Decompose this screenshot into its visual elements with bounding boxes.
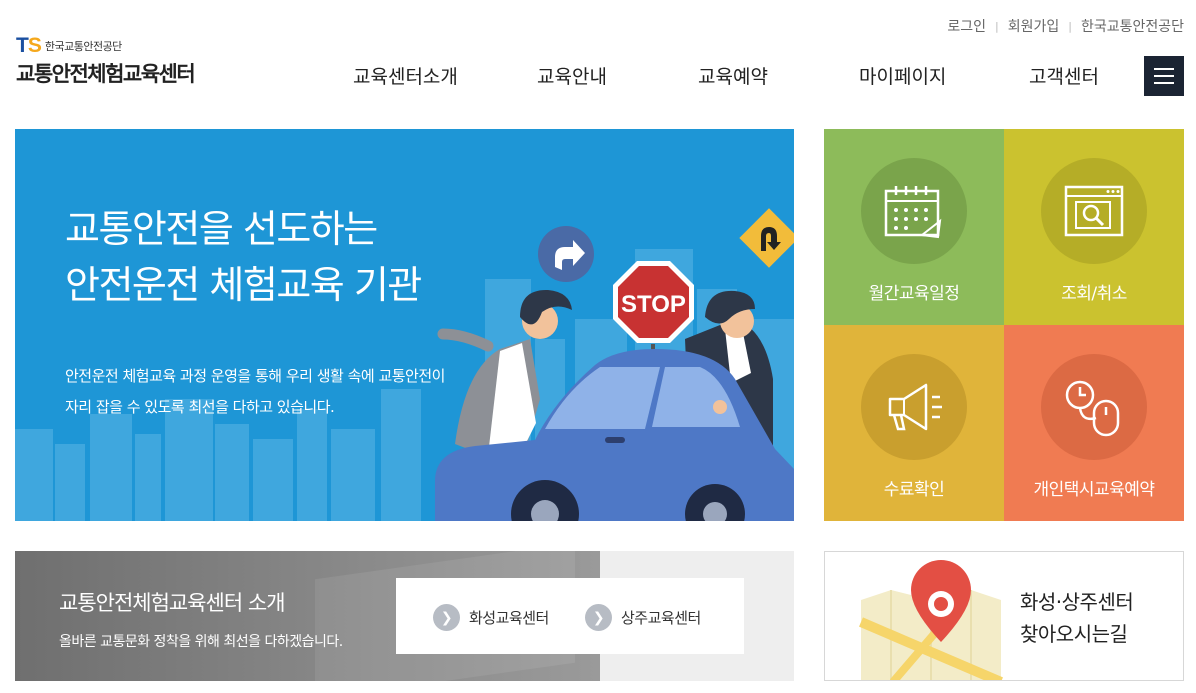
hero-illustration: STOP — [15, 208, 794, 521]
directions-line1: 화성·상주센터 — [1020, 590, 1134, 614]
stop-sign-text: STOP — [621, 291, 686, 318]
nav-reservation[interactable]: 교육예약 — [698, 62, 768, 89]
mouse-clock-icon — [1041, 354, 1147, 460]
chevron-right-icon: ❯ — [433, 604, 460, 631]
intro-description: 올바른 교통문화 정착을 위해 최선을 다하겠습니다. — [59, 634, 343, 650]
tile-label: 월간교육일정 — [868, 284, 960, 304]
tile-taxi-reservation[interactable]: 개인택시교육예약 — [1004, 325, 1184, 521]
hwaseong-center-label: 화성교육센터 — [469, 609, 549, 627]
ts-logo-mark: TS — [16, 34, 42, 57]
hero-desc-line2: 자리 잡을 수 있도록 최선을 다하고 있습니다. — [65, 398, 335, 416]
hero-banner: STOP 교통안전을 선도하는 안전운전 체험교육 기관 안전운전 체험교육 과… — [15, 129, 794, 521]
nav-mypage[interactable]: 마이페이지 — [859, 62, 946, 89]
megaphone-icon — [861, 354, 967, 460]
signup-link[interactable]: 회원가입 — [1008, 16, 1060, 36]
calendar-icon — [861, 158, 967, 264]
center-links-box: ❯ 화성교육센터 ❯ 상주교육센터 — [396, 578, 744, 654]
sangju-center-label: 상주교육센터 — [621, 609, 701, 627]
tile-lookup-cancel[interactable]: 조회/취소 — [1004, 129, 1184, 325]
nav-education-info[interactable]: 교육안내 — [537, 62, 607, 89]
sangju-center-button[interactable]: ❯ 상주교육센터 — [585, 604, 701, 631]
hwaseong-center-button[interactable]: ❯ 화성교육센터 — [433, 604, 549, 631]
tile-label: 수료확인 — [883, 480, 945, 500]
nav-customer-center[interactable]: 고객센터 — [1029, 62, 1099, 89]
hero-description: 안전운전 체험교육 과정 운영을 통해 우리 생활 속에 교통안전이 자리 잡을… — [65, 361, 445, 423]
search-window-icon — [1041, 158, 1147, 264]
quick-menu: 월간교육일정 조회/취소 수료확인 개인택시교육예약 — [824, 129, 1184, 521]
nav-center-intro[interactable]: 교육센터소개 — [353, 62, 458, 89]
hero-desc-line1: 안전운전 체험교육 과정 운영을 통해 우리 생활 속에 교통안전이 — [65, 367, 445, 385]
tile-completion-check[interactable]: 수료확인 — [824, 325, 1004, 521]
hero-title: 교통안전을 선도하는 안전운전 체험교육 기관 — [65, 201, 422, 313]
map-pin-icon — [859, 560, 1003, 680]
directions-box[interactable]: 화성·상주센터 찾아오시는길 — [824, 551, 1184, 681]
main-nav: 교육센터소개 교육안내 교육예약 마이페이지 고객센터 — [0, 62, 1196, 92]
tile-monthly-schedule[interactable]: 월간교육일정 — [824, 129, 1004, 325]
hero-title-line1: 교통안전을 선도하는 — [65, 207, 378, 251]
kotsa-link[interactable]: 한국교통안전공단 — [1081, 16, 1184, 36]
center-intro-banner: 교통안전체험교육센터 소개 올바른 교통문화 정착을 위해 최선을 다하겠습니다… — [15, 551, 794, 681]
divider: | — [1068, 19, 1072, 33]
tile-label: 조회/취소 — [1061, 284, 1127, 304]
intro-title: 교통안전체험교육센터 소개 — [59, 591, 286, 615]
hero-title-line2: 안전운전 체험교육 기관 — [65, 263, 422, 307]
directions-line2: 찾아오시는길 — [1020, 622, 1128, 646]
logo-org-name: 한국교통안전공단 — [44, 40, 122, 53]
hamburger-menu-icon[interactable] — [1144, 56, 1184, 96]
directions-text: 화성·상주센터 찾아오시는길 — [1020, 586, 1134, 650]
utility-links: 로그인 | 회원가입 | 한국교통안전공단 — [947, 16, 1184, 36]
divider: | — [994, 19, 999, 33]
login-link[interactable]: 로그인 — [947, 16, 986, 36]
tile-label: 개인택시교육예약 — [1033, 480, 1155, 500]
chevron-right-icon: ❯ — [585, 604, 612, 631]
